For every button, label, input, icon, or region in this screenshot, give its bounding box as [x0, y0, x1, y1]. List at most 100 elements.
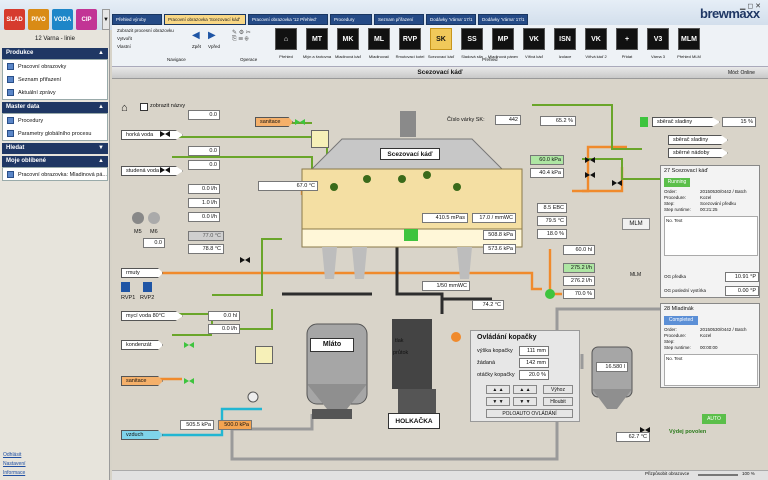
sanitation-box[interactable]	[311, 130, 329, 148]
sidebar-item-global-params[interactable]: Parametry globálního procesu	[3, 127, 107, 140]
rake-up-button[interactable]: ▲ ▲	[486, 385, 510, 394]
overview-button-3[interactable]: ML	[368, 28, 390, 50]
valve-right-1[interactable]	[585, 157, 595, 164]
window-controls[interactable]: ▁ ◻ ✕	[740, 2, 761, 10]
valve-main[interactable]	[240, 257, 250, 264]
rvp1-icon[interactable]	[121, 282, 130, 292]
rvp2-icon[interactable]	[143, 282, 152, 292]
sidebar-header-favorites[interactable]: Moje oblíbené ▲	[2, 156, 108, 167]
ribbon-view-options[interactable]: Zobrazit procesní obrazovku Vytvořit Vlast…	[117, 27, 174, 51]
sidebar-production-list: Pracovní obrazovky Seznam přiřazení Aktu…	[2, 59, 108, 100]
product-tabs-more-button[interactable]: ▼	[102, 9, 110, 30]
wort-collector-btn2[interactable]: sběrač sladiny	[668, 135, 728, 145]
document-tab-3[interactable]: Procedury	[330, 14, 372, 25]
wort-collector-value: 15 %	[722, 117, 756, 127]
rake-up-button-2[interactable]: ▲ ▲	[513, 385, 537, 394]
operation-tools[interactable]: ✎ ⚙ ✂ ⎘ ☰ ⊕	[232, 29, 272, 49]
rake-down-button[interactable]: ▼ ▼	[486, 397, 510, 406]
valve-right-2[interactable]	[585, 172, 595, 179]
overview-button-13[interactable]: MLM	[678, 28, 700, 50]
overview-button-label-8: Vířivá káď	[524, 54, 544, 59]
rake-down-button-2[interactable]: ▼ ▼	[513, 397, 537, 406]
overview-button-9[interactable]: ISN	[554, 28, 576, 50]
home-icon[interactable]: ⌂	[121, 102, 133, 114]
cold-water-button[interactable]: studená voda	[121, 166, 183, 176]
valve-right-3[interactable]	[612, 180, 622, 187]
document-tab-6[interactable]: Dodávky 'Várna' 17/1	[478, 14, 528, 25]
back-arrow-icon[interactable]: ◀	[192, 30, 206, 42]
overview-button-6[interactable]: SS	[461, 28, 483, 50]
wash-val-2: 0.0 l/h	[208, 324, 240, 334]
wort-collector-button[interactable]: sběrač sladiny	[652, 117, 720, 127]
overview-button-5[interactable]: SK	[430, 28, 452, 50]
rake-height-value: 111 mm	[519, 346, 549, 356]
document-tab-0[interactable]: Přehled výroby	[112, 14, 162, 25]
sidebar-header-production[interactable]: Produkce ▲	[2, 48, 108, 59]
overview-button-8[interactable]: VK	[523, 28, 545, 50]
sidebar-header-masterdata[interactable]: Master data ▲	[2, 102, 108, 113]
condensate-button[interactable]: kondenzát	[121, 340, 163, 350]
value-c: 0.0	[188, 160, 220, 170]
document-tab-5[interactable]: Dodávky 'Várna' 17/1	[426, 14, 476, 25]
holkacka-button[interactable]: HOLKAČKA	[388, 413, 440, 429]
m5-label: M5	[134, 229, 142, 235]
kpa-1: 508.8 kPa	[483, 230, 516, 240]
condensate-box[interactable]	[255, 346, 273, 364]
valve-cold-water[interactable]	[160, 167, 170, 174]
overview-button-label-10: Vířivá káď 2	[585, 54, 607, 59]
overview-button-7[interactable]: MP	[492, 28, 514, 50]
zoom-slider[interactable]	[698, 474, 738, 476]
spent-grain-label: Mláto	[310, 338, 354, 352]
sidebar-item-messages[interactable]: Aktuální zprávy	[3, 86, 107, 99]
wash-water-button[interactable]: mycí voda 80°C	[121, 311, 183, 321]
value-a: 0.0	[188, 110, 220, 120]
overview-button-1[interactable]: MT	[306, 28, 328, 50]
sidebar-item-favorite[interactable]: Pracovní obrazovka: Mladinová pá...	[3, 168, 107, 181]
show-names-checkbox[interactable]	[140, 103, 148, 111]
rake-semiauto-button[interactable]: POLOAUTO OVLÁDÁNÍ	[486, 409, 573, 418]
settings-link[interactable]: Nastavení	[3, 461, 26, 467]
overview-button-12[interactable]: V3	[647, 28, 669, 50]
product-tab-cip[interactable]: CIP	[76, 9, 97, 30]
sidebar-item-work-screens[interactable]: Pracovní obrazovky	[3, 60, 107, 73]
sidebar-header-search[interactable]: Hledat ▼	[2, 143, 108, 154]
rake-discharge-button[interactable]: Výhoz	[543, 385, 573, 394]
forward-arrow-icon[interactable]: ▶	[208, 30, 222, 42]
sidebar-item-assignments[interactable]: Seznam přiřazení	[3, 73, 107, 86]
overview-button-2[interactable]: MK	[337, 28, 359, 50]
air-button[interactable]: vzduch	[121, 430, 163, 440]
valve-hot-water[interactable]	[160, 131, 170, 138]
product-tab-slad[interactable]: SLAD	[4, 9, 25, 30]
overview-button-10[interactable]: VK	[585, 28, 607, 50]
rvp1-label: RVP1	[121, 295, 136, 301]
document-tab-4[interactable]: Seznam přiřazení	[374, 14, 424, 25]
hot-water-button[interactable]: horká voda	[121, 130, 183, 140]
collector-vessels-button[interactable]: sběrné nádoby	[668, 148, 728, 158]
valve-condensate[interactable]	[184, 342, 194, 349]
batch-card-27: 27 Scezovací káď Running Order: 20150530/…	[660, 165, 760, 298]
overview-button-4[interactable]: RVP	[399, 28, 421, 50]
valve-sanitation[interactable]	[295, 119, 305, 126]
document-tab-2[interactable]: Pracovní obrazovka '12 Přehled'	[248, 14, 328, 25]
auto-badge[interactable]: AUTO	[702, 414, 726, 424]
info-link[interactable]: Informace	[3, 470, 25, 476]
document-tab-1[interactable]: Pracovní obrazovka 'Scezovací káď'	[164, 14, 246, 25]
sidebar-item-procedures[interactable]: Procedury	[3, 114, 107, 127]
product-tab-voda[interactable]: VODA	[52, 9, 73, 30]
overview-button-0[interactable]: ⌂	[275, 28, 297, 50]
logout-link[interactable]: Odhlásit	[3, 452, 21, 458]
valve-sanitation-bottom[interactable]	[184, 378, 194, 385]
rake-speed-label: otáčky kopačky	[477, 372, 515, 378]
sanitation-button[interactable]: sanitace	[121, 376, 163, 386]
rake-deepen-button[interactable]: Hloubit	[543, 397, 573, 406]
m5-icon[interactable]	[132, 212, 144, 224]
flow-3: 0.0 l/h	[188, 212, 220, 222]
mlm-button[interactable]: MLM	[622, 218, 650, 230]
overview-button-11[interactable]: +	[616, 28, 638, 50]
batch-28-status: Completed	[664, 316, 698, 325]
sanitation-top-button[interactable]: sanitace	[255, 117, 293, 127]
product-tab-pivo[interactable]: PIVO	[28, 9, 49, 30]
procedure-icon	[7, 117, 14, 124]
mash-button[interactable]: rmuty	[121, 268, 163, 278]
m6-icon[interactable]	[148, 212, 160, 224]
